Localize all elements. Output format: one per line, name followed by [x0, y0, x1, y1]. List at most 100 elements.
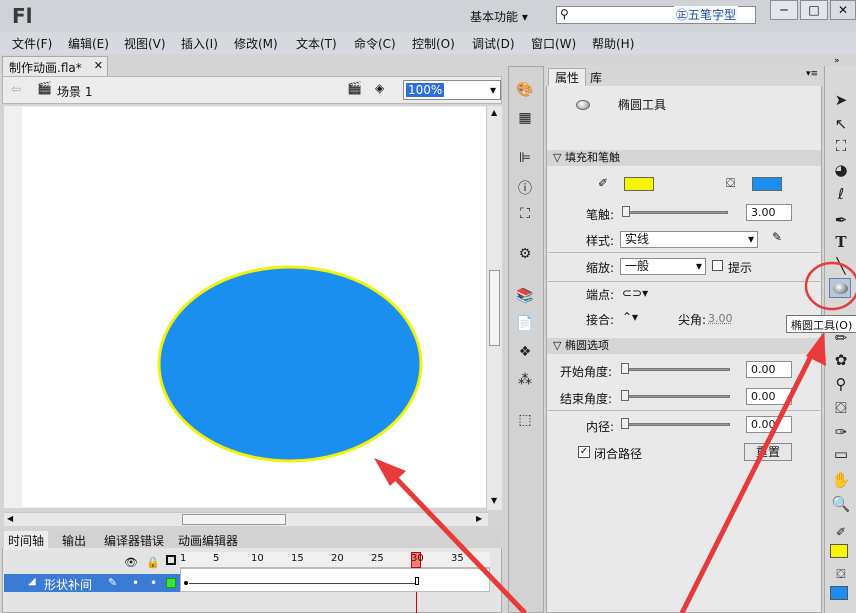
- section-fill-stroke[interactable]: ▽ 填充和笔触: [547, 150, 821, 166]
- stroke-color-swatch[interactable]: [624, 177, 654, 191]
- actions-panel-icon[interactable]: ⚙: [514, 246, 536, 266]
- menu-insert[interactable]: 插入(I): [181, 35, 218, 52]
- stage[interactable]: [22, 107, 488, 507]
- components-panel-icon[interactable]: ❖: [514, 344, 536, 364]
- tab-output[interactable]: 输出: [58, 531, 90, 550]
- vertical-scroll-thumb[interactable]: [489, 270, 500, 346]
- vertical-scrollbar[interactable]: ▲ ▼: [486, 106, 502, 510]
- maximize-button[interactable]: □: [800, 0, 828, 20]
- horizontal-scroll-thumb[interactable]: [182, 514, 286, 525]
- tab-library[interactable]: 库: [590, 69, 602, 86]
- bone-tool-icon[interactable]: ⚲: [830, 374, 852, 394]
- edit-symbol-icon[interactable]: ◈: [375, 81, 384, 95]
- align-panel-icon[interactable]: ⊫: [514, 150, 536, 170]
- pen-tool-icon[interactable]: ✒: [830, 210, 852, 230]
- blue-ellipse-shape[interactable]: [157, 265, 423, 463]
- inner-radius-slider[interactable]: [622, 423, 730, 426]
- layer-row[interactable]: ◢ 形状补间 ✎ • •: [4, 574, 180, 592]
- menu-modify[interactable]: 修改(M): [234, 35, 278, 52]
- back-arrow-icon[interactable]: ⇦: [11, 82, 21, 96]
- paint-bucket-tool-icon[interactable]: ⛋: [830, 398, 852, 418]
- hand-tool-icon[interactable]: ✋: [830, 470, 852, 490]
- scale-select[interactable]: 一般 ▾: [620, 258, 706, 275]
- inner-radius-knob[interactable]: [621, 418, 629, 429]
- scroll-right-icon[interactable]: ▶: [476, 514, 482, 523]
- stroke-style-select[interactable]: 实线 ▾: [620, 231, 758, 248]
- tab-properties[interactable]: 属性: [548, 68, 587, 86]
- outline-icon[interactable]: [166, 555, 176, 565]
- selection-tool-icon[interactable]: ➤: [830, 90, 852, 110]
- tool-stroke-swatch[interactable]: [830, 544, 848, 558]
- workspace-switcher[interactable]: 基本功能 ▾: [470, 8, 528, 25]
- scroll-down-icon[interactable]: ▼: [491, 496, 497, 505]
- eyedropper-tool-icon[interactable]: ✑: [830, 422, 852, 442]
- lasso-tool-icon[interactable]: ℓ: [830, 184, 852, 204]
- subselection-tool-icon[interactable]: ↖: [830, 114, 852, 134]
- tab-compiler-errors[interactable]: 编译器错误: [100, 531, 168, 550]
- inner-radius-input[interactable]: 0.00: [746, 416, 792, 433]
- panel-menu-icon[interactable]: ▾≡: [806, 69, 818, 79]
- frame-strip[interactable]: [180, 568, 490, 592]
- frame-picker-icon[interactable]: ⬚: [514, 412, 536, 432]
- transform-panel-icon[interactable]: ⛶: [514, 206, 536, 226]
- reset-button[interactable]: 重置: [744, 443, 792, 461]
- close-path-checkbox[interactable]: ✓: [578, 446, 590, 458]
- layer-lock-dot[interactable]: •: [150, 576, 157, 590]
- tab-timeline[interactable]: 时间轴: [4, 531, 49, 550]
- tool-fill-swatch[interactable]: [830, 586, 848, 600]
- end-angle-knob[interactable]: [621, 390, 629, 401]
- menu-view[interactable]: 视图(V): [124, 35, 166, 52]
- start-keyframe[interactable]: [184, 581, 188, 585]
- scroll-up-icon[interactable]: ▲: [491, 108, 497, 117]
- motion-presets-icon[interactable]: ⁂: [514, 372, 536, 392]
- start-angle-knob[interactable]: [621, 363, 629, 374]
- menu-commands[interactable]: 命令(C): [354, 35, 396, 52]
- end-keyframe[interactable]: [415, 577, 419, 585]
- stroke-width-knob[interactable]: [622, 206, 630, 217]
- zoom-tool-icon[interactable]: 🔍: [830, 494, 852, 514]
- join-round-icon[interactable]: ⌃▾: [622, 310, 638, 324]
- menu-file[interactable]: 文件(F): [12, 35, 52, 52]
- menu-control[interactable]: 控制(O): [412, 35, 455, 52]
- hint-checkbox[interactable]: [712, 260, 723, 271]
- end-angle-slider[interactable]: [622, 395, 730, 398]
- horizontal-scrollbar[interactable]: ◀ ▶: [4, 512, 488, 526]
- menu-help[interactable]: 帮助(H): [592, 35, 634, 52]
- start-angle-input[interactable]: 0.00: [746, 361, 792, 378]
- cap-round-icon[interactable]: ⊂⊃▾: [622, 286, 648, 300]
- swatches-panel-icon[interactable]: ▦: [514, 110, 536, 130]
- close-button[interactable]: ✕: [830, 0, 856, 20]
- menu-window[interactable]: 窗口(W): [531, 35, 576, 52]
- menu-edit[interactable]: 编辑(E): [68, 35, 109, 52]
- layer-outline-box[interactable]: [166, 578, 176, 588]
- oval-tool-button[interactable]: [829, 278, 851, 298]
- eye-icon[interactable]: 👁: [124, 556, 138, 569]
- eraser-tool-icon[interactable]: ▭: [830, 444, 852, 464]
- section-ellipse-options[interactable]: ▽ 椭圆选项: [547, 338, 821, 354]
- edit-stroke-style-icon[interactable]: ✎: [772, 230, 782, 244]
- close-tab-icon[interactable]: ✕: [94, 59, 103, 72]
- menu-debug[interactable]: 调试(D): [472, 35, 515, 52]
- text-tool-icon[interactable]: T: [830, 232, 852, 252]
- scroll-left-icon[interactable]: ◀: [7, 514, 13, 523]
- fill-color-swatch[interactable]: [752, 177, 782, 191]
- layer-visible-dot[interactable]: •: [132, 576, 139, 590]
- free-transform-tool-icon[interactable]: ⛶: [830, 136, 852, 156]
- stroke-width-slider[interactable]: [624, 211, 728, 214]
- color-panel-icon[interactable]: 🎨: [514, 82, 536, 102]
- document-tab[interactable]: 制作动画.fla* ✕: [2, 56, 108, 76]
- library-panel-icon[interactable]: 📚: [514, 288, 536, 308]
- minimize-button[interactable]: ─: [770, 0, 798, 20]
- info-panel-icon[interactable]: ⓘ: [514, 178, 536, 198]
- tab-motion-editor[interactable]: 动画编辑器: [174, 531, 242, 550]
- stroke-width-input[interactable]: 3.00: [746, 204, 792, 221]
- end-angle-input[interactable]: 0.00: [746, 388, 792, 405]
- miter-value[interactable]: 3.00: [708, 312, 733, 325]
- 3d-rotation-tool-icon[interactable]: ◕: [830, 160, 852, 180]
- lock-icon[interactable]: 🔒: [146, 556, 160, 569]
- deco-tool-icon[interactable]: ✿: [830, 350, 852, 370]
- menu-text[interactable]: 文本(T): [296, 35, 337, 52]
- script-panel-icon[interactable]: 📄: [514, 316, 536, 336]
- start-angle-slider[interactable]: [622, 368, 730, 371]
- expand-panels-icon[interactable]: »: [834, 56, 840, 66]
